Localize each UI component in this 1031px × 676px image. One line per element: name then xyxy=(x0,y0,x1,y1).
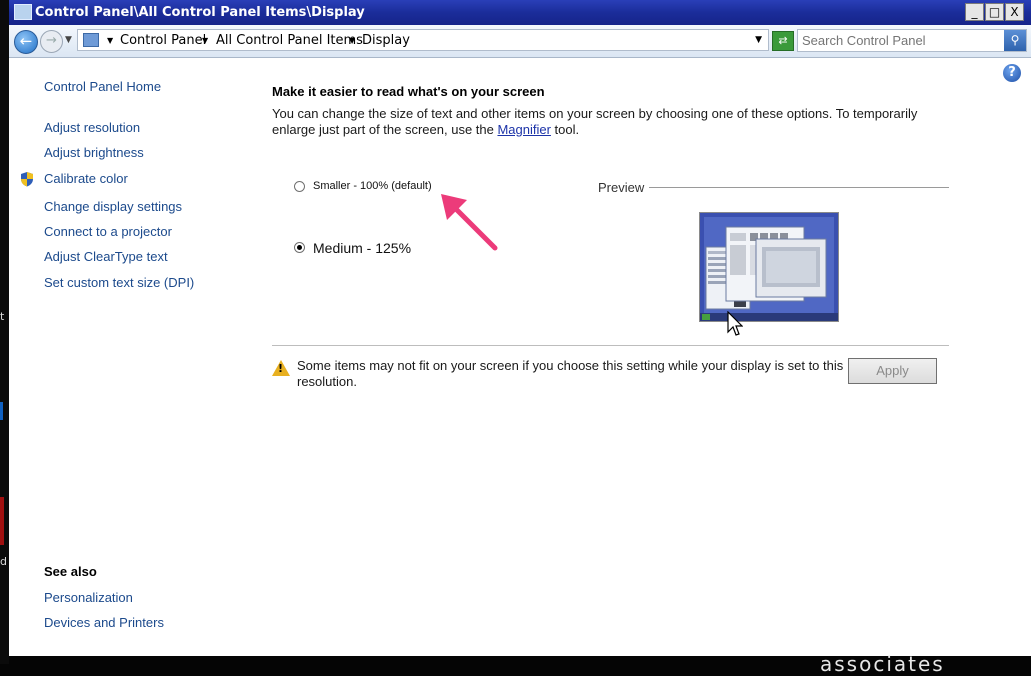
description-text: You can change the size of text and othe… xyxy=(272,106,918,137)
back-button[interactable]: ← xyxy=(14,30,38,54)
recent-pages-dropdown-icon[interactable]: ▼ xyxy=(65,35,72,45)
control-panel-home-link[interactable]: Control Panel Home xyxy=(44,79,161,94)
desktop-edge-blue xyxy=(0,402,3,420)
search-box[interactable]: ⚲ xyxy=(797,29,1027,52)
window-title: Control Panel\All Control Panel Items\Di… xyxy=(35,5,365,20)
forward-button[interactable]: → xyxy=(40,30,63,53)
radio-selected-dot xyxy=(297,245,302,250)
see-also-heading: See also xyxy=(44,564,97,579)
smaller-radio[interactable] xyxy=(294,181,305,192)
warning-text: Some items may not fit on your screen if… xyxy=(297,358,844,389)
navigation-bar: ← → ▼ ▼ Control Panel ▼ All Control Pane… xyxy=(9,25,1031,58)
help-icon[interactable]: ? xyxy=(1003,64,1021,82)
smaller-option-label[interactable]: Smaller - 100% (default) xyxy=(313,180,432,192)
desktop-edge-text-1: t xyxy=(0,310,5,323)
adjust-resolution-link[interactable]: Adjust resolution xyxy=(44,120,140,135)
devices-printers-link[interactable]: Devices and Printers xyxy=(44,615,164,630)
change-display-settings-link[interactable]: Change display settings xyxy=(44,199,182,214)
medium-option-label[interactable]: Medium - 125% xyxy=(313,240,411,256)
magnifier-link[interactable]: Magnifier xyxy=(497,122,550,137)
watermark-text: associates xyxy=(820,652,945,676)
desktop-edge-red xyxy=(0,497,4,545)
control-panel-icon xyxy=(14,4,32,20)
mouse-cursor-icon xyxy=(727,311,743,336)
apply-button[interactable]: Apply xyxy=(848,358,937,384)
breadcrumb-arrow-icon[interactable]: ▼ xyxy=(107,36,113,45)
address-box[interactable]: ▼ Control Panel ▼ All Control Panel Item… xyxy=(77,29,769,51)
breadcrumb-arrow-icon[interactable]: ▼ xyxy=(202,36,208,45)
page-title: Make it easier to read what's on your sc… xyxy=(272,84,545,99)
personalization-link[interactable]: Personalization xyxy=(44,590,133,605)
desktop-edge: t d xyxy=(0,0,9,664)
annotation-arrow-icon xyxy=(441,194,498,251)
section-divider xyxy=(272,345,949,346)
close-button[interactable]: X xyxy=(1005,3,1024,21)
shield-icon xyxy=(21,172,33,187)
breadcrumb-display[interactable]: Display xyxy=(362,33,410,48)
display-window: Control Panel\All Control Panel Items\Di… xyxy=(9,0,1031,656)
monitor-icon xyxy=(83,33,99,47)
breadcrumb-all-items[interactable]: All Control Panel Items xyxy=(216,33,363,48)
connect-projector-link[interactable]: Connect to a projector xyxy=(44,224,172,239)
warning-icon-mark: ! xyxy=(278,362,284,375)
breadcrumb-control-panel[interactable]: Control Panel xyxy=(120,33,206,48)
adjust-brightness-link[interactable]: Adjust brightness xyxy=(44,145,144,160)
adjust-cleartype-link[interactable]: Adjust ClearType text xyxy=(44,249,168,264)
custom-text-size-link[interactable]: Set custom text size (DPI) xyxy=(44,275,194,290)
calibrate-color-link[interactable]: Calibrate color xyxy=(44,171,128,186)
medium-radio[interactable] xyxy=(294,242,305,253)
desktop-edge-text-2: d xyxy=(0,555,7,568)
page-description: You can change the size of text and othe… xyxy=(272,106,952,138)
title-bar[interactable]: Control Panel\All Control Panel Items\Di… xyxy=(9,0,1031,25)
breadcrumb-arrow-icon[interactable]: ▼ xyxy=(349,36,355,45)
minimize-button[interactable]: _ xyxy=(965,3,984,21)
address-dropdown-icon[interactable]: ▼ xyxy=(755,35,762,45)
description-text-end: tool. xyxy=(550,122,580,137)
maximize-button[interactable]: □ xyxy=(985,3,1004,21)
refresh-icon[interactable]: ⇄ xyxy=(772,31,794,51)
preview-divider xyxy=(649,187,949,188)
search-input[interactable] xyxy=(802,32,998,49)
preview-label: Preview xyxy=(598,180,645,195)
preview-image xyxy=(699,212,839,322)
search-icon[interactable]: ⚲ xyxy=(1004,30,1026,51)
preview-desktop-graphic xyxy=(700,213,838,321)
